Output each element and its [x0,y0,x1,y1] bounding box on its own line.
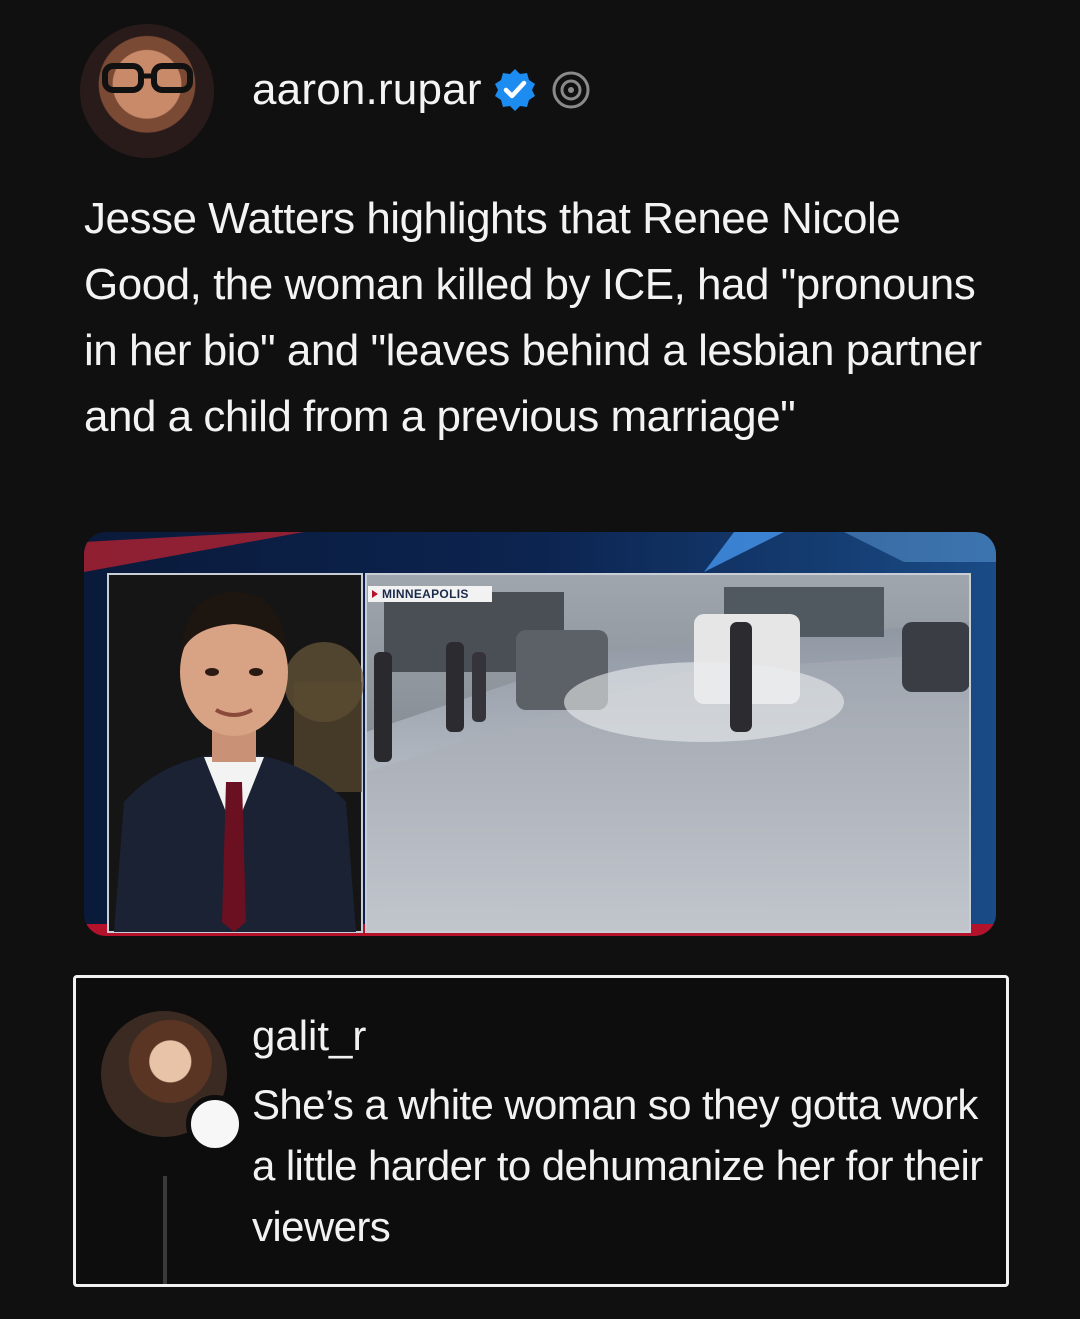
reply-username[interactable]: galit_r [252,1012,366,1060]
post-header: aaron.rupar [80,24,592,158]
verified-badge-icon [494,69,535,111]
author-row: aaron.rupar [252,65,592,115]
reply-avatar-badge [186,1095,244,1153]
author-avatar[interactable] [80,24,214,158]
reply-body-text: She’s a white woman so they gotta work a… [252,1081,983,1250]
avatar-glasses-graphic [102,63,193,93]
post-media-image[interactable]: MINNEAPOLIS [84,532,996,936]
location-chyron: MINNEAPOLIS [382,587,469,601]
news-broadcast-still [84,532,996,936]
author-username[interactable]: aaron.rupar [252,65,482,115]
post-body-text: Jesse Watters highlights that Renee Nico… [84,194,982,441]
threads-icon[interactable] [550,69,592,111]
thread-connector-line [163,1176,167,1284]
reply-card[interactable]: galit_r She’s a white woman so they gott… [73,975,1009,1287]
